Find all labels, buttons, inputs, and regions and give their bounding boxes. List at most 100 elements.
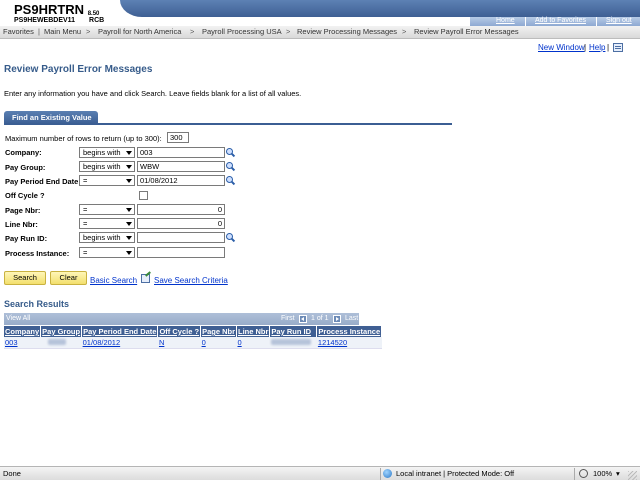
cell-line-nbr[interactable]: 0 [236, 337, 270, 349]
company-input[interactable]: 003 [137, 147, 225, 158]
cell-off-cycle-link[interactable]: N [159, 338, 164, 347]
results-grid-toolbar: View All First 1 of 1 Last [4, 313, 359, 325]
cell-pay-group[interactable] [40, 337, 82, 349]
off-cycle-label: Off Cycle ? [5, 191, 45, 200]
status-divider [380, 468, 381, 480]
pay-group-input[interactable]: WBW [137, 161, 225, 172]
process-instance-operator-select[interactable]: = [79, 247, 135, 258]
company-operator-select[interactable]: begins with [79, 147, 135, 158]
column-header-page-nbr[interactable]: Page Nbr [200, 326, 237, 337]
breadcrumb-payroll-processing[interactable]: Payroll Processing USA [202, 27, 282, 36]
tab-underline [4, 123, 452, 125]
view-all-link[interactable]: View All [6, 315, 30, 322]
cell-end-date-link[interactable]: 01/08/2012 [83, 338, 121, 347]
home-link[interactable]: Home [496, 17, 515, 24]
chevron-down-icon [126, 208, 132, 212]
off-cycle-checkbox[interactable] [139, 191, 148, 200]
cell-page-nbr[interactable]: 0 [200, 337, 237, 349]
lookup-icon[interactable] [226, 148, 235, 157]
page-nbr-input[interactable]: 0 [137, 204, 225, 215]
system-name-text: PS9HRTRN [14, 2, 85, 17]
redacted-pay-group[interactable] [47, 338, 66, 345]
chevron-down-icon [126, 222, 132, 226]
search-button[interactable]: Search [4, 271, 46, 285]
column-header-pay-run-id-text[interactable]: Pay Run ID [271, 327, 311, 336]
search-results-table: Company Pay Group Pay Period End Date Of… [4, 326, 383, 349]
save-search-criteria-link[interactable]: Save Search Criteria [154, 276, 228, 285]
home-link-text[interactable]: Home [496, 17, 515, 24]
line-nbr-input[interactable]: 0 [137, 218, 225, 229]
instructions-text: Enter any information you have and click… [4, 89, 302, 98]
lookup-icon[interactable] [226, 233, 235, 242]
page-shortcut-icon[interactable] [613, 43, 623, 52]
add-to-favorites-link[interactable]: Add to Favorites [535, 17, 586, 24]
pay-period-end-date-input[interactable]: 01/08/2012 [137, 175, 225, 186]
sign-out-text[interactable]: Sign out [606, 17, 632, 24]
banner-blue-band [120, 0, 640, 17]
column-header-company[interactable]: Company [4, 326, 42, 337]
next-arrow-icon[interactable] [333, 315, 341, 323]
column-header-pay-group-text[interactable]: Pay Group [42, 327, 80, 336]
previous-arrow-icon[interactable] [299, 315, 307, 323]
cell-process-instance-link[interactable]: 1214520 [318, 338, 347, 347]
save-search-icon[interactable] [141, 274, 150, 283]
resize-grip-icon[interactable] [628, 471, 637, 480]
add-to-favorites-text[interactable]: Add to Favorites [535, 17, 586, 24]
redacted-pay-run-id[interactable] [270, 338, 311, 345]
help-link[interactable]: Help [589, 43, 605, 52]
column-header-process-instance-text[interactable]: Process Instance [318, 327, 380, 336]
column-header-pay-group[interactable]: Pay Group [40, 326, 83, 337]
lookup-icon[interactable] [226, 162, 235, 171]
cell-end-date[interactable]: 01/08/2012 [81, 337, 158, 349]
column-header-company-text[interactable]: Company [5, 327, 39, 336]
pay-run-id-operator-select[interactable]: begins with [79, 232, 135, 243]
max-rows-input[interactable]: 300 [167, 132, 189, 143]
cell-off-cycle[interactable]: N [157, 337, 201, 349]
chevron-down-icon[interactable]: ▾ [616, 469, 620, 478]
column-header-page-nbr-text[interactable]: Page Nbr [202, 327, 235, 336]
column-header-off-cycle-text[interactable]: Off Cycle ? [159, 327, 199, 336]
page-title: Review Payroll Error Messages [4, 64, 153, 75]
cell-pay-run-id[interactable] [269, 337, 317, 349]
line-nbr-operator-select[interactable]: = [79, 218, 135, 229]
cell-process-instance[interactable]: 1214520 [316, 337, 382, 349]
zoom-level[interactable]: 100% [593, 469, 612, 478]
column-header-process-instance[interactable]: Process Instance [316, 326, 383, 337]
last-label: Last [345, 315, 359, 322]
browser-status-bar: Done Local intranet | Protected Mode: Of… [0, 466, 640, 480]
first-label: First [281, 315, 295, 322]
clear-button[interactable]: Clear [50, 271, 87, 285]
pay-group-operator-select[interactable]: begins with [79, 161, 135, 172]
cell-company-link[interactable]: 003 [5, 338, 18, 347]
zoom-icon[interactable] [579, 469, 588, 478]
sign-out-link[interactable]: Sign out [606, 17, 632, 24]
column-header-off-cycle[interactable]: Off Cycle ? [157, 326, 202, 337]
page-nbr-operator-select[interactable]: = [79, 204, 135, 215]
pay-run-id-input[interactable] [137, 232, 225, 243]
process-instance-operator-value: = [83, 248, 88, 257]
column-header-end-date-text[interactable]: Pay Period End Date [83, 327, 156, 336]
column-header-line-nbr[interactable]: Line Nbr [236, 326, 271, 337]
column-header-line-nbr-text[interactable]: Line Nbr [238, 327, 268, 336]
basic-search-link[interactable]: Basic Search [90, 276, 137, 285]
new-window-text[interactable]: New Window [538, 43, 585, 52]
breadcrumb-favorites[interactable]: Favorites [3, 27, 34, 36]
pay-period-operator-select[interactable]: = [79, 175, 135, 186]
calendar-icon[interactable] [226, 176, 235, 185]
cell-line-nbr-link[interactable]: 0 [238, 338, 242, 347]
breadcrumb-main-menu[interactable]: Main Menu [44, 27, 81, 36]
breadcrumb-payroll-na[interactable]: Payroll for North America [98, 27, 181, 36]
process-instance-input[interactable] [137, 247, 225, 258]
status-text: Done [3, 469, 21, 478]
cell-page-nbr-link[interactable]: 0 [202, 338, 206, 347]
column-header-end-date[interactable]: Pay Period End Date [81, 326, 159, 337]
help-text[interactable]: Help [589, 43, 605, 52]
chevron-down-icon [126, 151, 132, 155]
line-nbr-operator-value: = [83, 219, 88, 228]
new-window-link[interactable]: New Window [538, 43, 585, 52]
link-divider: | [584, 43, 587, 52]
breadcrumb-review-processing[interactable]: Review Processing Messages [297, 27, 397, 36]
cell-company[interactable]: 003 [4, 337, 41, 349]
table-row[interactable]: 003 01/08/2012 N 0 0 1214520 [4, 337, 382, 349]
column-header-pay-run-id[interactable]: Pay Run ID [269, 326, 318, 337]
